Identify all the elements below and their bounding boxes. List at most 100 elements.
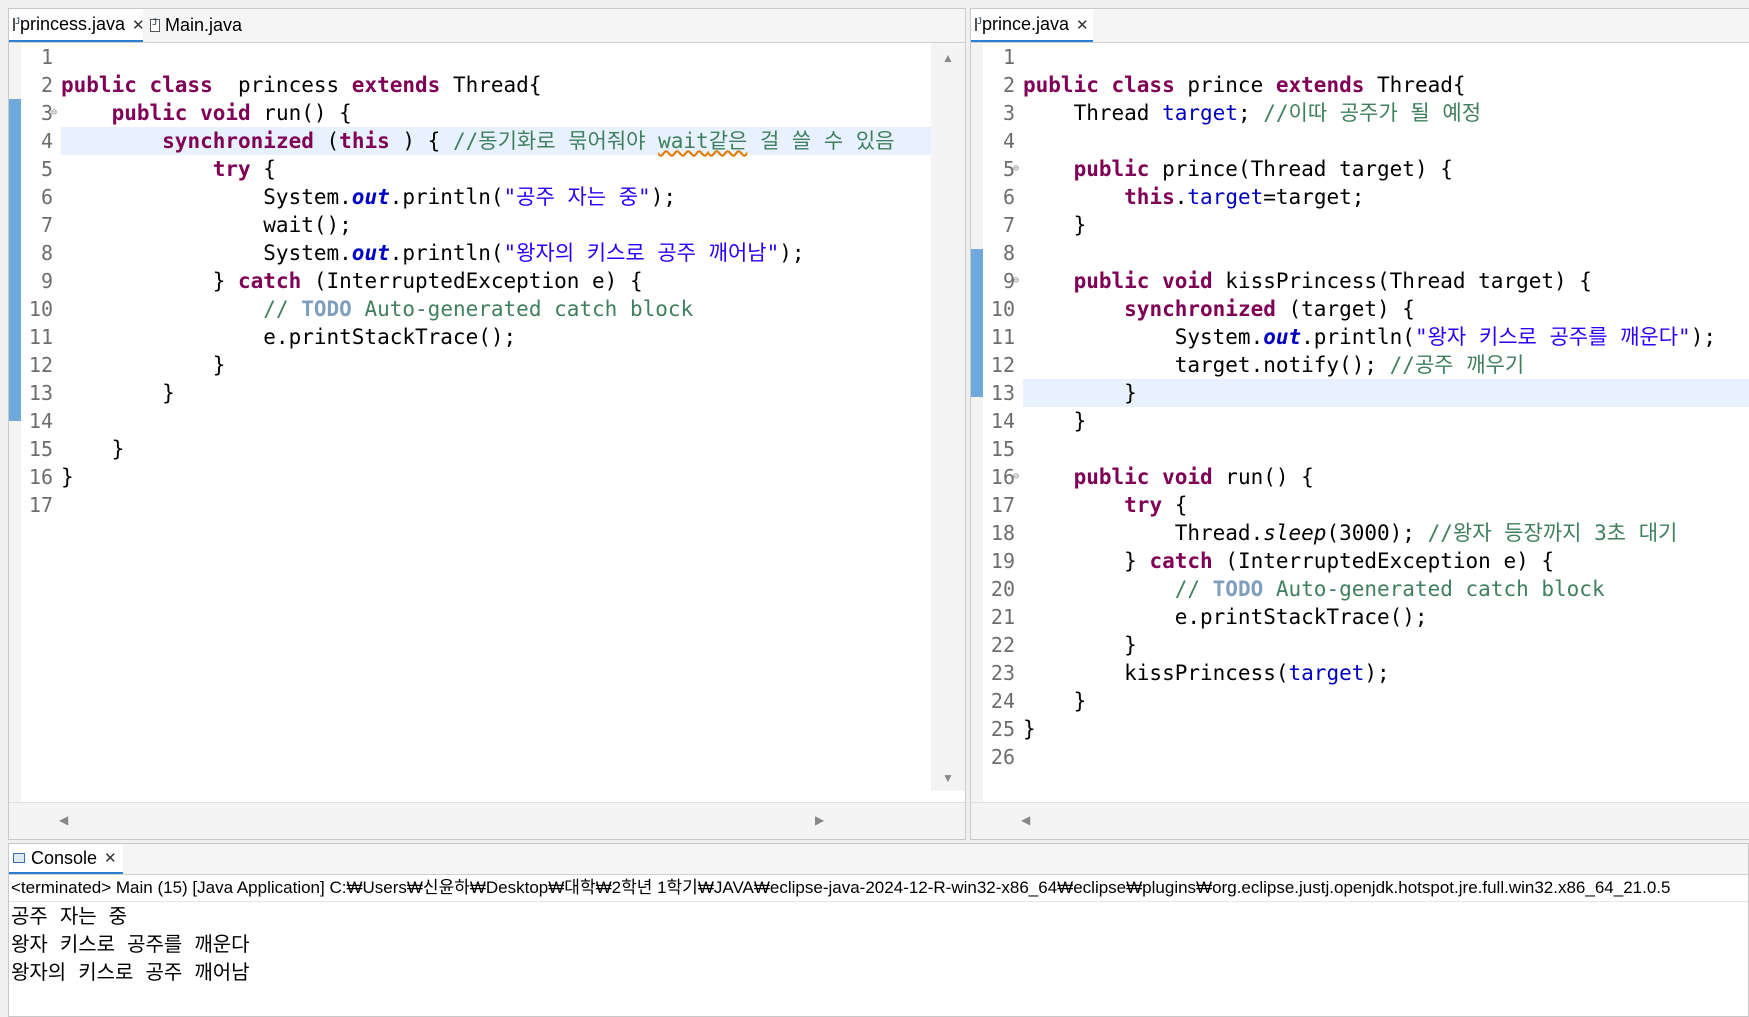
code-line[interactable]: System.out.println("왕자의 키스로 공주 깨어남"); (61, 239, 965, 267)
code-line[interactable]: public void run() { (1023, 463, 1749, 491)
code-line[interactable]: public class princess extends Thread{ (61, 71, 965, 99)
fold-toggle-icon[interactable]: ⊖ (1013, 267, 1019, 295)
scroll-down-icon[interactable]: ▼ (942, 771, 954, 785)
code-token: // (263, 297, 302, 321)
line-number: 7 (40, 213, 53, 237)
source-code[interactable]: public class princess extends Thread{ pu… (61, 43, 965, 839)
code-line[interactable] (61, 407, 965, 435)
code-line[interactable] (1023, 435, 1749, 463)
fold-toggle-icon[interactable]: ⊖ (1013, 155, 1019, 183)
code-line[interactable]: } (1023, 407, 1749, 435)
tab-main-java[interactable]: Main.java (146, 9, 256, 42)
code-line[interactable]: Thread target; //이따 공주가 될 예정 (1023, 99, 1749, 127)
line-number: 13 (990, 381, 1015, 405)
line-number: 11 (28, 325, 53, 349)
vertical-scrollbar[interactable]: ▲ ▼ (931, 43, 965, 791)
code-line[interactable]: try { (1023, 491, 1749, 519)
code-line[interactable] (61, 491, 965, 519)
code-line[interactable]: // TODO Auto-generated catch block (1023, 575, 1749, 603)
fold-toggle-icon[interactable]: ⊖ (51, 99, 57, 127)
code-line[interactable]: } (1023, 631, 1749, 659)
code-line[interactable]: } (61, 351, 965, 379)
code-line[interactable]: target.notify(); //공주 깨우기 (1023, 351, 1749, 379)
code-token: System. (61, 185, 352, 209)
line-number-row: 4 (983, 127, 1023, 155)
code-line[interactable]: } (1023, 379, 1749, 407)
line-number: 22 (990, 633, 1015, 657)
code-line[interactable]: public void kissPrincess(Thread target) … (1023, 267, 1749, 295)
line-number-row: 11 (21, 323, 61, 351)
code-line[interactable]: } (1023, 715, 1749, 743)
code-line[interactable] (61, 43, 965, 71)
horizontal-scrollbar[interactable]: ◀ (971, 802, 1749, 839)
scroll-up-icon[interactable]: ▲ (942, 51, 954, 65)
editor-tab-bar: princess.java ✕ Main.java (9, 9, 965, 43)
code-line[interactable]: public class prince extends Thread{ (1023, 71, 1749, 99)
code-line[interactable] (1023, 43, 1749, 71)
code-line[interactable]: this.target=target; (1023, 183, 1749, 211)
line-number-row: 3 (983, 99, 1023, 127)
line-number-row: 20 (983, 575, 1023, 603)
code-token: System. (61, 241, 352, 265)
source-code[interactable]: public class prince extends Thread{ Thre… (1023, 43, 1749, 839)
code-line[interactable]: e.printStackTrace(); (1023, 603, 1749, 631)
code-line[interactable]: wait(); (61, 211, 965, 239)
line-number: 7 (1002, 213, 1015, 237)
line-number: 25 (990, 717, 1015, 741)
scroll-left-icon[interactable]: ◀ (1021, 813, 1030, 827)
code-token: public (1073, 157, 1150, 181)
code-line[interactable]: } (1023, 211, 1749, 239)
close-icon[interactable]: ✕ (1076, 16, 1089, 34)
line-number: 1 (40, 45, 53, 69)
console-output-line: 왕자의 키스로 공주 깨어남 (11, 960, 250, 984)
code-line[interactable] (1023, 743, 1749, 771)
code-line[interactable]: System.out.println("공주 자는 중"); (61, 183, 965, 211)
line-number: 4 (1002, 129, 1015, 153)
code-line[interactable]: } (61, 463, 965, 491)
code-area[interactable]: 1 2 3 ⊖ 4 5 6 7 8 9 10 11 12 13 14 15 16 17 public class … (9, 43, 965, 839)
code-line[interactable]: // TODO Auto-generated catch block (61, 295, 965, 323)
line-number: 6 (40, 185, 53, 209)
fold-toggle-icon[interactable]: ⊖ (1013, 463, 1019, 491)
code-token: } (1023, 409, 1087, 433)
code-token: synchronized (1124, 297, 1276, 321)
code-line[interactable]: e.printStackTrace(); (61, 323, 965, 351)
tab-princess-java[interactable]: princess.java ✕ (9, 9, 145, 42)
console-icon (13, 853, 25, 863)
code-line[interactable]: public prince(Thread target) { (1023, 155, 1749, 183)
code-line[interactable] (1023, 127, 1749, 155)
code-token: Thread{ (440, 73, 542, 97)
code-line[interactable]: public void run() { (61, 99, 965, 127)
horizontal-scrollbar[interactable]: ◀ ▶ (9, 802, 965, 839)
console-output[interactable]: 공주 자는 중 왕자 키스로 공주를 깨운다 왕자의 키스로 공주 깨어남 (9, 902, 1748, 986)
code-token: Thread. (1023, 521, 1264, 545)
code-line[interactable] (1023, 239, 1749, 267)
code-token: 같은 (708, 129, 748, 153)
code-token: out (1263, 325, 1302, 349)
close-icon[interactable]: ✕ (132, 16, 145, 34)
code-line[interactable]: } catch (InterruptedException e) { (61, 267, 965, 295)
code-line[interactable]: } catch (InterruptedException e) { (1023, 547, 1749, 575)
code-line[interactable]: System.out.println("왕자 키스로 공주를 깨운다"); (1023, 323, 1749, 351)
scroll-right-icon[interactable]: ▶ (815, 813, 824, 827)
line-number: 8 (1002, 241, 1015, 265)
code-line[interactable]: synchronized (this ) { //동기화로 묶어줘야 wait같… (61, 127, 965, 155)
close-icon[interactable]: ✕ (104, 849, 117, 867)
code-area[interactable]: 1 2 3 4 5 ⊖ 6 7 8 9 ⊖ 10 11 12 13 14 15 16 ⊖ 17 18 19 20 21 22 23… (971, 43, 1749, 839)
code-line[interactable]: } (1023, 687, 1749, 715)
tab-label: Main.java (165, 15, 243, 35)
code-line[interactable]: } (61, 435, 965, 463)
code-line[interactable]: synchronized (target) { (1023, 295, 1749, 323)
code-line[interactable]: try { (61, 155, 965, 183)
scroll-left-icon[interactable]: ◀ (59, 813, 68, 827)
code-line[interactable]: } (61, 379, 965, 407)
code-token: //공주 깨우기 (1389, 353, 1525, 377)
tab-prince-java[interactable]: prince.java ✕ (971, 9, 1093, 42)
tab-console[interactable]: Console ✕ (9, 844, 123, 874)
code-line[interactable]: Thread.sleep(3000); //왕자 등장까지 3초 대기 (1023, 519, 1749, 547)
code-line[interactable]: kissPrincess(target); (1023, 659, 1749, 687)
